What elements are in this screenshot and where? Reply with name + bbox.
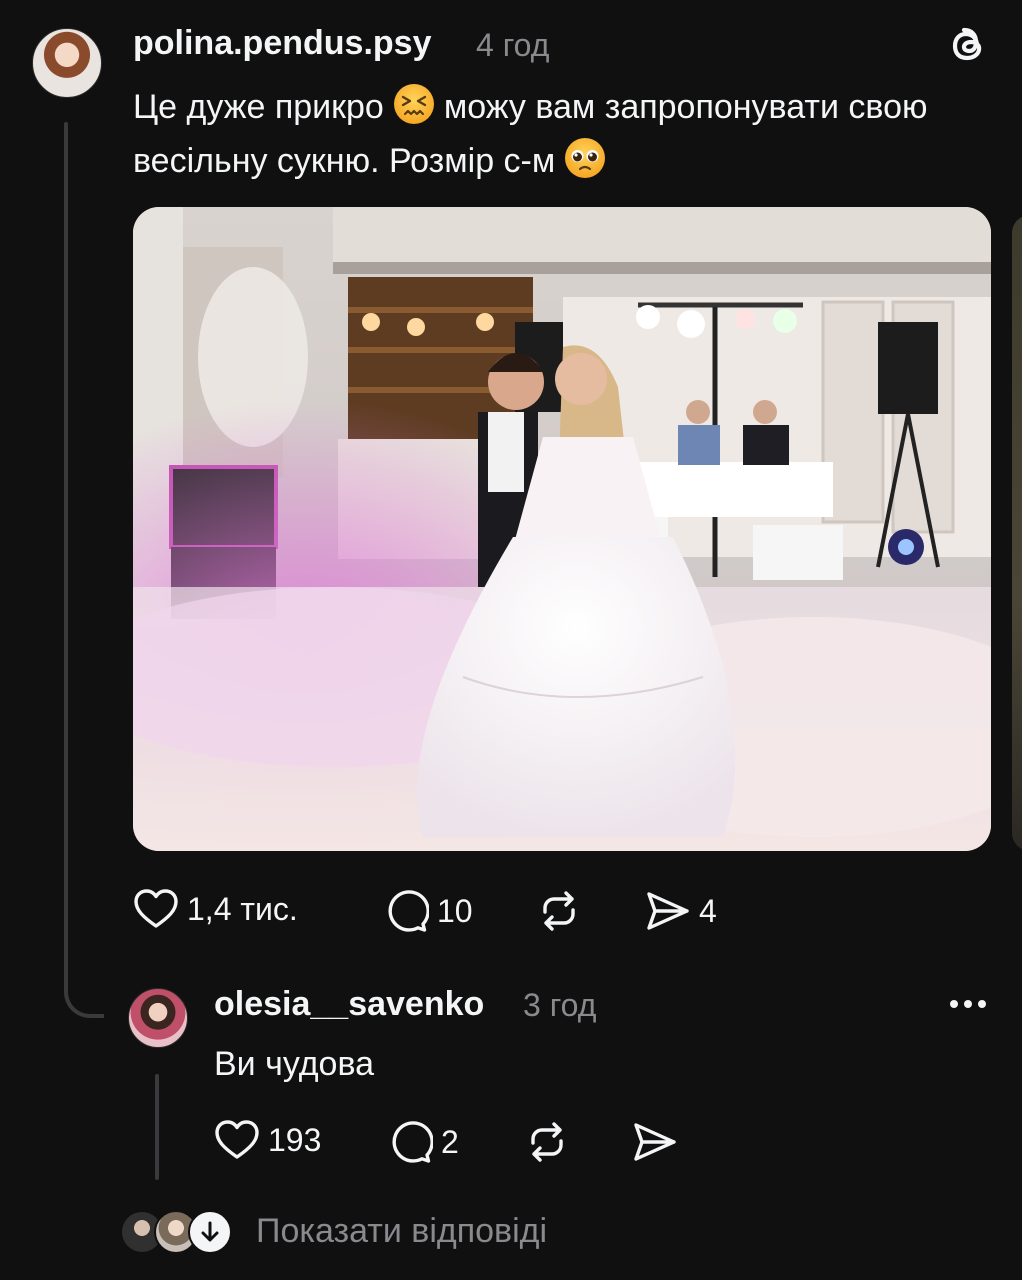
threads-logo-icon[interactable] bbox=[944, 22, 992, 70]
pleading-face-icon bbox=[563, 136, 607, 180]
comment-button[interactable]: 10 bbox=[383, 888, 473, 934]
comment-count: 10 bbox=[437, 892, 473, 929]
more-icon[interactable] bbox=[944, 990, 992, 1018]
next-image-preview[interactable] bbox=[1012, 215, 1022, 851]
repost-icon bbox=[543, 891, 575, 931]
send-icon bbox=[647, 892, 689, 930]
thread-connector bbox=[64, 960, 104, 1018]
heart-icon bbox=[134, 889, 178, 928]
post-author-avatar[interactable] bbox=[32, 28, 102, 98]
post-text-part1: Це дуже прикро bbox=[133, 88, 384, 126]
send-icon bbox=[634, 1123, 676, 1161]
post-author-username[interactable]: polina.pendus.psy bbox=[133, 24, 431, 63]
reply-body-text: Ви чудова bbox=[214, 1045, 375, 1083]
post-image[interactable] bbox=[133, 207, 991, 851]
arrow-down-icon[interactable] bbox=[188, 1210, 232, 1254]
like-button[interactable]: 1,4 тис. bbox=[133, 888, 298, 930]
reply-author-username[interactable]: olesia__savenko bbox=[214, 985, 484, 1024]
share-count: 4 bbox=[699, 892, 717, 929]
comment-icon bbox=[388, 890, 429, 932]
repost-button[interactable] bbox=[536, 888, 582, 934]
thread-line bbox=[64, 122, 68, 992]
reply-thread-line bbox=[155, 1074, 159, 1180]
reply-timestamp: 3 год bbox=[523, 987, 597, 1023]
reply-author-avatar[interactable] bbox=[128, 988, 188, 1048]
heart-icon bbox=[215, 1120, 259, 1159]
share-button[interactable]: 4 bbox=[645, 888, 717, 934]
reply-comment-count: 2 bbox=[441, 1123, 459, 1160]
post-body-text: Це дуже прикро можу вам запропонувати св… bbox=[133, 80, 993, 188]
reply-like-count: 193 bbox=[268, 1121, 322, 1158]
confounded-face-icon bbox=[392, 82, 436, 126]
repost-icon bbox=[531, 1122, 563, 1162]
post-timestamp: 4 год bbox=[476, 27, 550, 63]
reply-repost-button[interactable] bbox=[524, 1119, 570, 1165]
reply-share-button[interactable] bbox=[632, 1119, 678, 1165]
reply-comment-button[interactable]: 2 bbox=[387, 1119, 459, 1165]
reply-like-button[interactable]: 193 bbox=[214, 1119, 321, 1161]
like-count: 1,4 тис. bbox=[187, 890, 298, 927]
comment-icon bbox=[392, 1121, 433, 1163]
show-replies-link[interactable]: Показати відповіді bbox=[256, 1212, 547, 1251]
